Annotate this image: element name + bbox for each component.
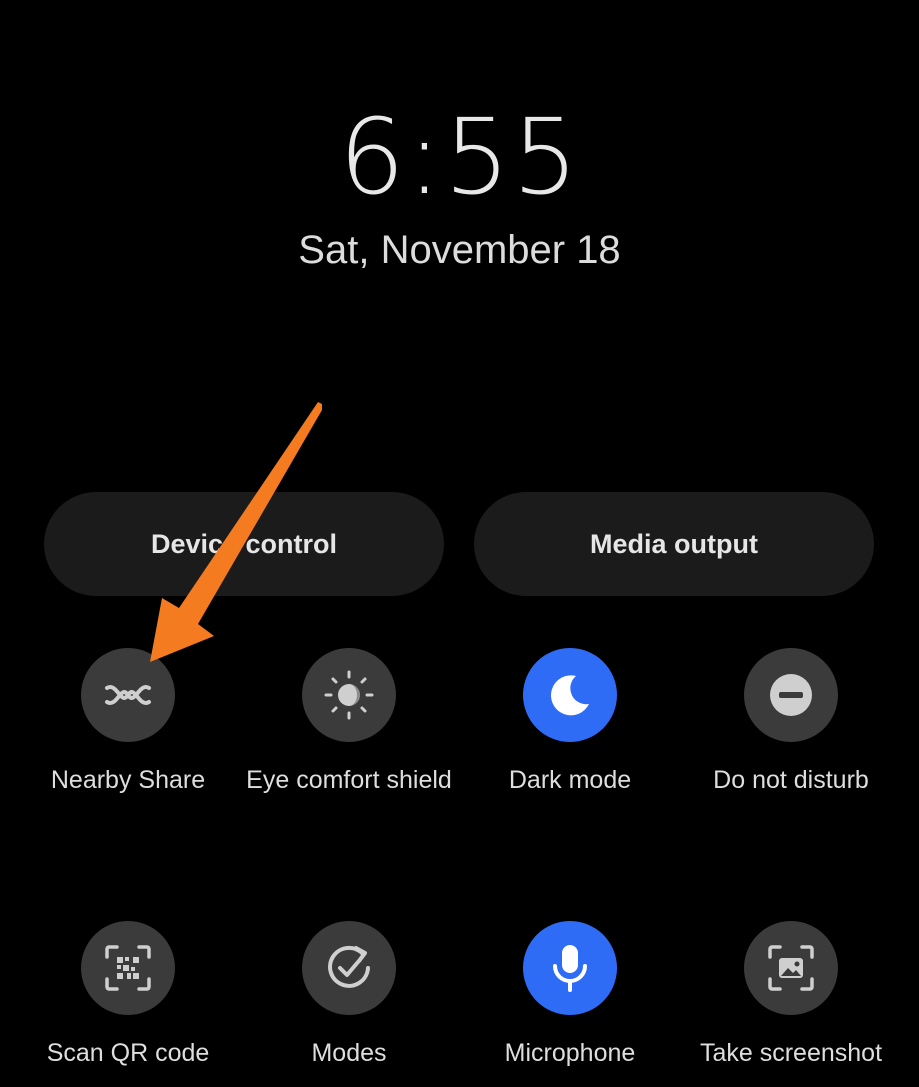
do-not-disturb-toggle[interactable] [744,648,838,742]
eye-comfort-toggle[interactable] [302,648,396,742]
modes-label: Modes [311,1039,387,1067]
take-screenshot-label: Take screenshot [699,1039,883,1067]
tile-do-not-disturb[interactable]: Do not disturb [681,648,901,796]
eye-comfort-label: Eye comfort shield [246,766,452,794]
media-output-button[interactable]: Media output [474,492,874,596]
tile-eye-comfort-shield[interactable]: Eye comfort shield [239,648,459,796]
media-output-label: Media output [590,528,758,559]
nearby-share-toggle[interactable] [81,648,175,742]
tile-nearby-share[interactable]: Nearby Share [18,648,238,796]
dark-mode-toggle[interactable] [523,648,617,742]
tile-microphone[interactable]: Microphone [460,921,680,1069]
scan-qr-toggle[interactable] [81,921,175,1015]
lock-date: Sat, November 18 [298,228,621,272]
screenshot-toggle[interactable] [744,921,838,1015]
nearby-share-icon [105,685,151,705]
do-not-disturb-icon [770,674,812,716]
microphone-toggle[interactable] [523,921,617,1015]
device-control-button[interactable]: Device control [44,492,444,596]
qr-code-icon [105,945,151,991]
tile-scan-qr-code[interactable]: Scan QR code [18,921,238,1069]
tile-dark-mode[interactable]: Dark mode [460,648,680,796]
tile-take-screenshot[interactable]: Take screenshot [681,921,901,1069]
device-control-label: Device control [150,528,338,559]
nearby-share-label: Nearby Share [50,766,206,794]
lock-clock: 6:55 [338,96,581,218]
do-not-disturb-label: Do not disturb [713,766,869,794]
microphone-icon [553,945,587,992]
screenshot-icon [768,945,814,991]
tile-modes[interactable]: Modes [239,921,459,1069]
dark-mode-label: Dark mode [508,766,632,794]
eye-comfort-icon [324,670,374,720]
moon-icon [550,675,589,716]
modes-icon [328,945,370,988]
scan-qr-label: Scan QR code [46,1039,210,1067]
microphone-label: Microphone [504,1039,636,1067]
modes-toggle[interactable] [302,921,396,1015]
